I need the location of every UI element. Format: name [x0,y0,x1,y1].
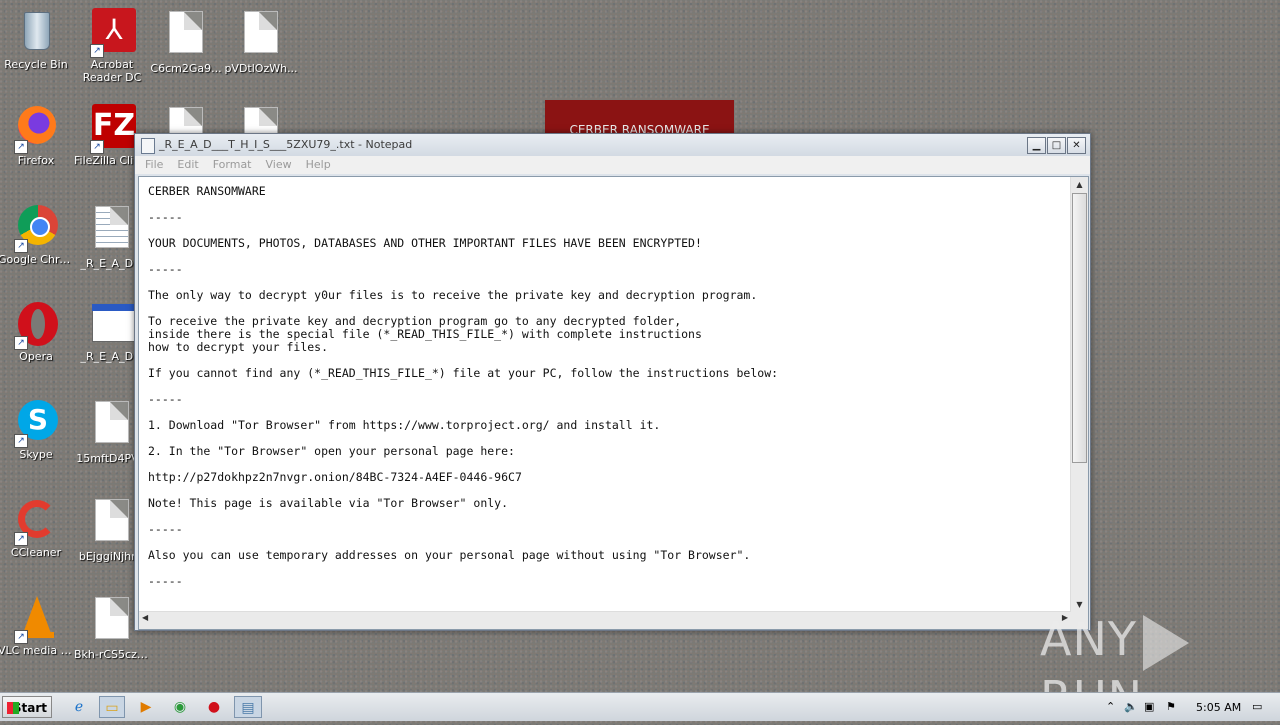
desktop-icon-google-chrome[interactable]: ↗ Google Chrome [0,203,74,266]
shortcut-arrow-icon: ↗ [14,434,28,448]
watermark-left-text: ANY [1040,612,1137,666]
notepad-icon [141,138,155,154]
taskbar: Start ℯ ▭ ▶ ◉ ● ▤ ⌃ 🔈 ▣ ⚑ 5:05 AM ▭ [0,692,1280,721]
desktop-icon-ccleaner[interactable]: ↗ CCleaner [0,496,74,559]
recycle-bin-icon [12,8,60,56]
taskbar-ie-icon[interactable]: ℯ [66,696,92,718]
network-icon[interactable]: ▣ [1144,700,1154,713]
taskbar-media-player-icon[interactable]: ▶ [133,696,159,718]
file-icon [88,500,136,548]
volume-icon[interactable]: 🔈 [1124,700,1138,713]
shortcut-arrow-icon: ↗ [14,532,28,546]
action-center-flag-icon[interactable]: ⚑ [1166,700,1176,713]
play-logo-icon [1142,614,1189,671]
acrobat-icon: ⅄ ↗ [88,8,136,58]
desktop-icon-recycle-bin[interactable]: Recycle Bin [0,8,74,71]
vlc-cone-icon: ↗ [12,594,60,644]
menu-format[interactable]: Format [206,156,259,174]
shortcut-arrow-icon: ↗ [90,44,104,58]
shortcut-arrow-icon: ↗ [14,239,28,253]
start-button[interactable]: Start [2,696,52,718]
close-button[interactable]: ✕ [1067,137,1086,154]
file-icon [162,12,210,60]
desktop-icon-acrobat-reader[interactable]: ⅄ ↗ Acrobat Reader DC [74,8,150,84]
filezilla-icon: FZ ↗ [88,104,136,154]
desktop-icon-label: Firefox [17,154,55,167]
desktop-icon-pvdtlozwh[interactable]: pVDtlOzWh... [223,8,299,75]
maximize-button[interactable]: □ [1047,137,1066,154]
windows-logo-icon [7,702,19,714]
show-desktop-icon[interactable]: ▭ [1252,700,1262,713]
html-document-icon [88,300,136,348]
vertical-scrollbar[interactable]: ▲ ▼ [1070,177,1088,612]
window-title: _R_E_A_D___T_H_I_S___5ZXU79_.txt - Notep… [159,138,413,151]
desktop-icon-skype[interactable]: S ↗ Skype [0,398,74,461]
taskbar-chrome-icon[interactable]: ◉ [167,696,193,718]
shortcut-arrow-icon: ↗ [14,630,28,644]
system-tray: ⌃ 🔈 ▣ ⚑ 5:05 AM ▭ [1100,693,1280,721]
chrome-icon: ↗ [12,203,60,253]
file-icon [88,598,136,646]
scroll-up-arrow-icon[interactable]: ▲ [1071,177,1088,192]
desktop-icon-firefox[interactable]: ↗ Firefox [0,104,74,167]
scroll-down-arrow-icon[interactable]: ▼ [1071,597,1088,612]
horizontal-scrollbar[interactable]: ◀ ▶ [139,611,1071,629]
notepad-window[interactable]: _R_E_A_D___T_H_I_S___5ZXU79_.txt - Notep… [134,133,1091,631]
file-icon [237,12,285,60]
text-document-icon [88,207,136,255]
skype-icon: S ↗ [12,398,60,448]
window-titlebar[interactable]: _R_E_A_D___T_H_I_S___5ZXU79_.txt - Notep… [135,134,1090,156]
desktop-icon-vlc[interactable]: ↗ VLC media player [0,594,74,657]
menu-help[interactable]: Help [299,156,338,174]
desktop-icon-label: pVDtlOzWh... [224,62,298,75]
file-icon [88,402,136,450]
desktop-icon-label: Skype [19,448,53,461]
desktop-icon-label: Bkh-rCS5cz.... [74,648,150,661]
clock[interactable]: 5:05 AM [1196,701,1241,714]
ccleaner-icon: ↗ [12,496,60,546]
desktop-icon-label: Google Chrome [0,253,74,266]
taskbar-notepad-icon[interactable]: ▤ [234,696,262,718]
document-text: CERBER RANSOMWARE ----- YOUR DOCUMENTS, … [148,184,779,588]
shortcut-arrow-icon: ↗ [90,140,104,154]
window-controls: ▁ □ ✕ [1026,137,1086,154]
text-content-area[interactable]: CERBER RANSOMWARE ----- YOUR DOCUMENTS, … [139,177,1071,612]
scroll-left-arrow-icon[interactable]: ◀ [142,613,148,622]
menu-bar: File Edit Format View Help [135,156,1090,174]
desktop-icon-label: CCleaner [10,546,62,559]
firefox-icon: ↗ [12,104,60,154]
shortcut-arrow-icon: ↗ [14,140,28,154]
menu-view[interactable]: View [259,156,299,174]
editor-area: CERBER RANSOMWARE ----- YOUR DOCUMENTS, … [138,176,1089,630]
desktop-icon-label: Recycle Bin [4,58,68,71]
desktop-icon-opera[interactable]: ↗ Opera [0,300,74,363]
vertical-scroll-thumb[interactable] [1072,193,1087,463]
taskbar-opera-icon[interactable]: ● [201,696,227,718]
desktop-icon-label: C6cm2Ga9... [150,62,222,75]
taskbar-explorer-icon[interactable]: ▭ [99,696,125,718]
minimize-button[interactable]: ▁ [1027,137,1046,154]
menu-file[interactable]: File [138,156,170,174]
opera-icon: ↗ [12,300,60,350]
desktop-icon-label: VLC media player [0,644,74,657]
menu-edit[interactable]: Edit [170,156,205,174]
desktop-icon-label: Acrobat Reader DC [82,58,142,84]
shortcut-arrow-icon: ↗ [14,336,28,350]
desktop-icon-c6cm2ga9[interactable]: C6cm2Ga9... [148,8,224,75]
tray-expand-icon[interactable]: ⌃ [1106,700,1115,713]
desktop-icon-label: Opera [19,350,53,363]
